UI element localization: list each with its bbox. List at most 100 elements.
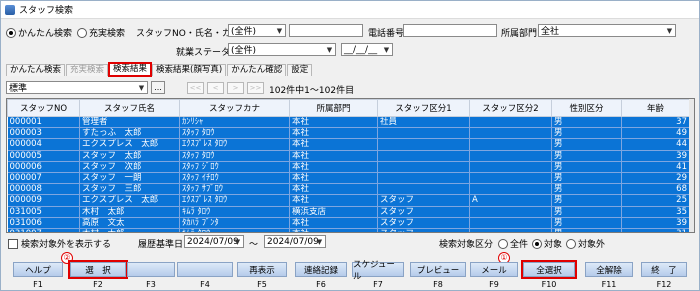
table-cell: 35 <box>621 206 690 218</box>
tab-full-search[interactable]: 充実検索 <box>66 64 109 76</box>
table-row[interactable]: 000005 スタッフ 太郎 ｽﾀｯﾌ ﾀﾛｳ 本社 男 39 <box>7 150 690 162</box>
radio-simple-search[interactable] <box>6 27 16 38</box>
chevron-down-icon: ▼ <box>276 26 283 35</box>
contact-log-button[interactable]: 連絡記録 <box>295 262 347 277</box>
target-options: 全件 対象 対象外 <box>498 237 605 250</box>
date-select[interactable]: __/__/__ ▼ <box>341 43 393 56</box>
table-cell: 高原 文太 <box>79 217 180 229</box>
staff-keyword-input[interactable] <box>289 24 363 37</box>
first-page-button[interactable]: << <box>187 82 204 94</box>
tab-quick-check[interactable]: かんたん確認 <box>227 64 287 76</box>
fkey-label: F3 <box>146 280 156 289</box>
table-cell <box>469 206 552 218</box>
tab-simple-search[interactable]: かんたん検索 <box>6 64 66 76</box>
table-cell: スタッフ 三郎 <box>79 183 180 196</box>
table-row[interactable]: 000008 スタッフ 三郎 ｽﾀｯﾌ ｻﾌﾞﾛｳ 本社 男 68 <box>7 183 690 196</box>
chevron-down-icon: ▼ <box>234 237 241 246</box>
table-row[interactable]: 000006 スタッフ 次郎 ｽﾀｯﾌ ｼﾞﾛｳ 本社 男 41 <box>7 161 690 173</box>
table-row[interactable]: 031006 高原 文太 ﾀｶﾊﾗ ﾌﾞﾝﾀ 本社 スタッフ 男 39 <box>7 217 690 229</box>
header-gender[interactable]: 性別区分 <box>551 99 622 117</box>
table-cell: 本社 <box>289 217 378 229</box>
deselect-all-button[interactable]: 全解除 <box>585 262 633 277</box>
header-staff-name[interactable]: スタッフ氏名 <box>79 99 180 117</box>
tab-search-results[interactable]: 検索結果 <box>108 62 153 77</box>
table-cell <box>377 172 470 185</box>
tab-results-photo[interactable]: 検索結果(顔写真) <box>152 64 227 76</box>
header-staff-class1[interactable]: スタッフ区分1 <box>377 99 470 117</box>
table-cell: スタッフ 次郎 <box>79 161 180 173</box>
header-staff-class2[interactable]: スタッフ区分2 <box>469 99 552 117</box>
table-row[interactable]: 000007 スタッフ 一朗 ｽﾀｯﾌ ｲﾁﾛｳ 本社 男 29 <box>7 172 690 185</box>
results-grid[interactable]: スタッフNO スタッフ氏名 スタッフカナ 所属部門 スタッフ区分1 スタッフ区分… <box>6 98 695 233</box>
radio-target-excluded[interactable] <box>566 238 577 249</box>
show-excluded-checkbox[interactable] <box>8 238 18 249</box>
table-row[interactable]: 000004 エクスプレス 太郎 ｴｸｽﾌﾟﾚｽ ﾀﾛｳ 本社 男 44 <box>7 138 690 151</box>
table-cell: ｴｸｽﾌﾟﾚｽ ﾀﾛｳ <box>179 194 290 207</box>
table-row[interactable]: 031007木村 太郎ｷﾑﾗ ﾀﾛｳ本社スタッフ 男31 <box>7 228 690 232</box>
help-button[interactable]: ヘルプ <box>13 262 63 277</box>
radio-target-all[interactable] <box>498 238 508 249</box>
table-cell: 管理者 <box>79 116 180 129</box>
radio-target-excluded-label: 対象外 <box>578 240 606 250</box>
history-date-to[interactable]: 2024/07/09 ▼ <box>264 235 326 248</box>
dept-select[interactable]: 全社 ▼ <box>538 24 676 37</box>
fkey-label: F10 <box>541 280 557 289</box>
staff-select[interactable]: (全件) ▼ <box>228 24 286 37</box>
phone-input[interactable] <box>403 24 497 37</box>
table-cell <box>377 127 470 140</box>
table-cell: 社員 <box>377 116 470 129</box>
header-department[interactable]: 所属部門 <box>289 99 378 117</box>
radio-full-search[interactable] <box>77 27 88 38</box>
radio-full-search-label: 充実検索 <box>89 29 126 39</box>
table-row[interactable]: 000001 管理者 ｶﾝﾘｼｬ 本社 社員 男 37 <box>7 116 690 129</box>
view-select[interactable]: 標準 ▼ <box>6 81 148 94</box>
radio-simple-search-label: かんたん検索 <box>18 29 73 39</box>
prev-page-button[interactable]: < <box>207 82 224 94</box>
next-page-button[interactable]: > <box>227 82 244 94</box>
mail-button[interactable]: メール <box>470 262 518 277</box>
results-table: スタッフNO スタッフ氏名 スタッフカナ 所属部門 スタッフ区分1 スタッフ区分… <box>7 99 690 232</box>
table-cell: 39 <box>621 217 690 229</box>
table-cell: スタッフ <box>377 206 470 218</box>
table-cell <box>469 127 552 140</box>
table-cell: 本社 <box>289 228 378 232</box>
table-row[interactable]: 000009 エクスプレス 太郎 ｴｸｽﾌﾟﾚｽ ﾀﾛｳ 本社 スタッフ A 男 25 <box>7 194 690 207</box>
vertical-scrollbar[interactable] <box>689 99 694 232</box>
f3-button[interactable] <box>127 262 175 277</box>
table-cell: 男 <box>551 127 622 140</box>
header-age[interactable]: 年齢 <box>621 99 690 117</box>
table-row[interactable]: 031005 木村 太郎 ｷﾑﾗ ﾀﾛｳ 横浜支店 スタッフ 男 35 <box>7 206 690 218</box>
select-button[interactable]: 選 択 <box>68 260 128 279</box>
table-cell: 000008 <box>7 183 80 196</box>
schedule-button[interactable]: スケジュール <box>352 260 404 282</box>
table-cell: 本社 <box>289 183 378 196</box>
table-cell: 本社 <box>289 194 378 207</box>
title-bar: スタッフ検索 <box>1 1 699 19</box>
table-cell: ﾀｶﾊﾗ ﾌﾞﾝﾀ <box>179 217 290 229</box>
header-staff-kana[interactable]: スタッフカナ <box>179 99 290 117</box>
table-cell: 031007 <box>7 228 80 232</box>
select-all-button[interactable]: 全選択 <box>521 260 577 279</box>
last-page-button[interactable]: >> <box>247 82 264 94</box>
table-cell: スタッフ <box>377 217 470 229</box>
table-cell: 000005 <box>7 150 80 162</box>
f4-button[interactable] <box>177 262 233 277</box>
preview-button[interactable]: プレビュー <box>410 262 466 277</box>
table-row[interactable]: 000003 すたっふ 太郎 ｽﾀｯﾌ ﾀﾛｳ 本社 男 49 <box>7 127 690 140</box>
table-cell: 37 <box>621 116 690 129</box>
history-date-from[interactable]: 2024/07/09 ▼ <box>184 235 244 248</box>
table-cell: 横浜支店 <box>289 206 378 218</box>
radio-target-included[interactable] <box>532 238 543 249</box>
refresh-button[interactable]: 再表示 <box>237 262 287 277</box>
view-more-button[interactable]: ... <box>151 81 165 94</box>
header-staff-no[interactable]: スタッフNO <box>7 99 80 117</box>
fkey-label: F6 <box>316 280 326 289</box>
history-date-label: 履歴基準日 <box>138 240 184 250</box>
table-cell: 本社 <box>289 172 378 185</box>
tab-settings[interactable]: 設定 <box>287 64 313 76</box>
employment-select[interactable]: (全件) ▼ <box>228 43 336 56</box>
table-cell: スタッフ 太郎 <box>79 150 180 162</box>
history-date-to-value: 2024/07/09 <box>267 236 319 247</box>
table-cell: 31 <box>621 228 690 232</box>
exit-button[interactable]: 終 了 <box>641 262 687 277</box>
